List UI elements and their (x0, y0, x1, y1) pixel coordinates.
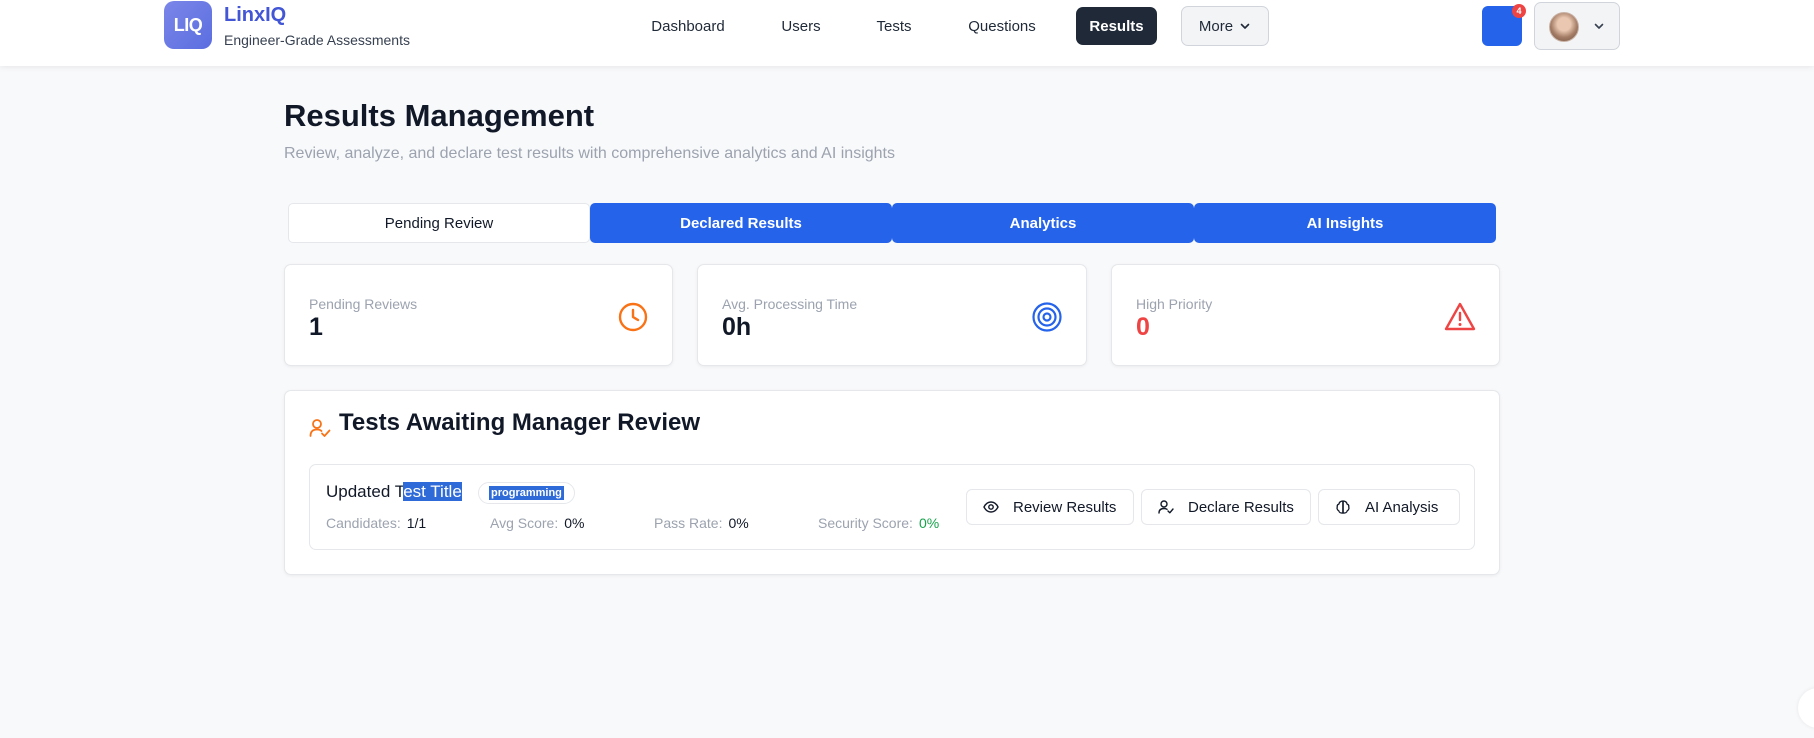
meta-security-score: Security Score: 0% (818, 515, 939, 531)
test-title[interactable]: Updated Test Title (326, 482, 462, 502)
alert-triangle-icon (1444, 302, 1476, 331)
test-title-text: Updated T (326, 482, 404, 501)
meta-label: Pass Rate: (654, 515, 723, 531)
nav-dashboard[interactable]: Dashboard (638, 7, 738, 45)
ai-analysis-label: AI Analysis (1365, 498, 1439, 516)
meta-label: Avg Score: (490, 515, 559, 531)
meta-value: 1/1 (406, 515, 427, 531)
review-results-button[interactable]: Review Results (966, 489, 1134, 525)
user-menu-button[interactable] (1534, 2, 1620, 50)
meta-pass-rate: Pass Rate: 0% (654, 515, 749, 531)
stat-card-avg-processing: Avg. Processing Time 0h (697, 264, 1087, 366)
user-check-icon (1158, 500, 1174, 514)
nav-tests[interactable]: Tests (866, 7, 922, 45)
review-results-label: Review Results (1013, 498, 1117, 516)
test-title-selected-text: est Title (403, 482, 462, 501)
clock-icon (618, 302, 648, 332)
tab-analytics[interactable]: Analytics (892, 203, 1194, 243)
brain-icon (1336, 500, 1350, 514)
notification-count-badge: 4 (1512, 4, 1526, 18)
category-badge-label: programming (489, 486, 564, 500)
chevron-down-icon (1594, 23, 1604, 29)
nav-results[interactable]: Results (1076, 7, 1157, 45)
stat-value: 0h (722, 313, 752, 341)
user-check-icon (309, 419, 331, 437)
notifications-button[interactable]: 4 (1482, 4, 1526, 46)
meta-label: Security Score: (818, 515, 913, 531)
stat-label: Avg. Processing Time (722, 296, 858, 312)
tab-ai-insights[interactable]: AI Insights (1194, 203, 1496, 243)
meta-candidates: Candidates: 1/1 (326, 515, 426, 531)
nav-more-dropdown[interactable]: More (1181, 6, 1269, 46)
ai-analysis-button[interactable]: AI Analysis (1318, 489, 1460, 525)
declare-results-button[interactable]: Declare Results (1141, 489, 1311, 525)
declare-results-label: Declare Results (1188, 498, 1294, 516)
stat-card-high-priority: High Priority 0 (1111, 264, 1500, 366)
eye-icon (983, 501, 999, 513)
nav-users[interactable]: Users (770, 7, 832, 45)
stat-card-pending-reviews: Pending Reviews 1 (284, 264, 673, 366)
chevron-down-icon (1240, 23, 1250, 29)
meta-label: Candidates: (326, 515, 401, 531)
brand-name[interactable]: LinxIQ (224, 4, 286, 27)
meta-avg-score: Avg Score: 0% (490, 515, 584, 531)
target-icon (1032, 302, 1062, 332)
page-title: Results Management (284, 98, 595, 133)
brand-tagline: Engineer-Grade Assessments (224, 32, 410, 48)
panel-title: Tests Awaiting Manager Review (339, 409, 700, 436)
meta-value: 0% (728, 515, 749, 531)
meta-value: 0% (918, 515, 940, 531)
stat-label: High Priority (1136, 296, 1213, 312)
floating-help-button[interactable] (1798, 688, 1814, 728)
avatar (1549, 12, 1579, 42)
stat-label: Pending Reviews (309, 296, 418, 312)
review-panel: Tests Awaiting Manager Review Updated Te… (284, 390, 1500, 575)
stat-value: 0 (1136, 313, 1150, 341)
meta-value: 0% (564, 515, 585, 531)
brand-logo[interactable]: LIQ (164, 1, 212, 49)
category-badge: programming (478, 482, 575, 504)
list-item: Updated Test Title programming Candidate… (309, 464, 1475, 550)
tab-pending-review[interactable]: Pending Review (288, 203, 590, 243)
nav-questions[interactable]: Questions (958, 7, 1046, 45)
page-subtitle: Review, analyze, and declare test result… (284, 145, 895, 162)
nav-more-label: More (1198, 17, 1234, 35)
stat-value: 1 (309, 313, 323, 341)
tab-declared-results[interactable]: Declared Results (590, 203, 892, 243)
top-navbar: LIQ LinxIQ Engineer-Grade Assessments Da… (0, 0, 1814, 66)
